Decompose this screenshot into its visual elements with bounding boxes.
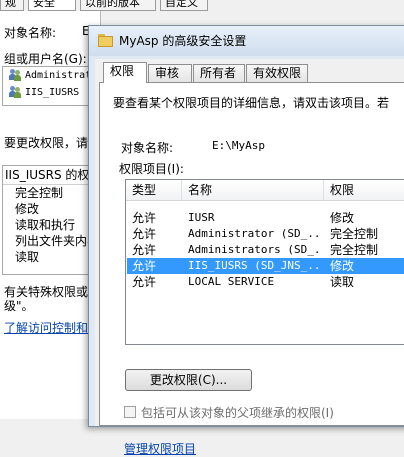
entry-name: Administrator (SD_...	[188, 227, 322, 240]
permission-item: 读取	[15, 250, 40, 264]
entry-permission: 修改	[330, 211, 355, 225]
entry-permission: 完全控制	[330, 227, 379, 241]
tab-previous-versions[interactable]: 以前的版本	[80, 0, 156, 11]
object-name-value: E:\MyAsp	[212, 139, 265, 152]
entry-permission: 修改	[330, 259, 355, 273]
permissions-box: IIS_IUSRS 的权限 完全控制 修改 读取和执行 列出文件夹内容 读取	[2, 165, 101, 275]
user-group-icon	[9, 86, 23, 98]
tab-general[interactable]: 规	[0, 0, 24, 11]
entry-name: LOCAL SERVICE	[188, 275, 275, 288]
column-type-header[interactable]: 类型	[126, 180, 182, 200]
entry-permission: 读取	[330, 275, 355, 289]
permission-item: 读取和执行	[15, 218, 76, 232]
change-permissions-button[interactable]: 更改权限(C)...	[125, 369, 252, 391]
permission-item: 列出文件夹内容	[15, 234, 100, 248]
list-item[interactable]: Administrat	[3, 67, 101, 84]
change-permissions-text: 要更改权限，请	[4, 136, 89, 150]
instructions-text: 要查看某个权限项目的详细信息，请双击该项目。若	[113, 96, 390, 110]
entry-permission: 完全控制	[330, 243, 379, 257]
entry-type: 允许	[132, 227, 157, 241]
table-row[interactable]: 允许 IUSR 修改	[127, 210, 404, 226]
column-name-header[interactable]: 名称	[182, 180, 324, 200]
title-bar[interactable]: MyAsp 的高级安全设置	[89, 26, 404, 56]
permission-entries-label: 权限项目(I):	[119, 162, 184, 176]
user-name: Administrat	[25, 70, 92, 81]
tab-permissions[interactable]: 权限	[103, 62, 147, 83]
table-row[interactable]: 允许 LOCAL SERVICE 读取	[127, 274, 404, 290]
list-item[interactable]: IIS_IUSRS	[3, 84, 101, 101]
inherit-checkbox[interactable]	[124, 406, 136, 418]
table-row[interactable]: 允许 Administrator (SD_... 完全控制	[127, 226, 404, 242]
column-permission-header[interactable]: 权限	[324, 180, 404, 200]
tab-customize[interactable]: 自定义	[160, 0, 208, 11]
groups-label: 组或用户名(G):	[4, 52, 87, 66]
permission-item: 修改	[15, 202, 40, 216]
entry-type: 允许	[132, 259, 157, 273]
tab-auditing[interactable]: 审核	[148, 64, 192, 82]
entry-name: Administrators (SD_...	[188, 243, 322, 256]
entry-name: IIS_IUSRS (SD_JNS_...	[188, 259, 322, 272]
permission-entries-list[interactable]: 类型 名称 权限 允许 IUSR 修改 允许 Administrator (SD…	[125, 179, 404, 345]
advanced-security-dialog: MyAsp 的高级安全设置 权限 审核 所有者 有效权限 要查看某个权限项目的详…	[88, 25, 404, 456]
entry-name: IUSR	[188, 211, 215, 224]
manage-permission-entries-link[interactable]: 管理权限项目	[124, 440, 196, 457]
learn-access-control-link[interactable]: 了解访问控制和权	[4, 319, 100, 336]
special-permissions-text-2: 级"。	[4, 299, 34, 313]
folder-icon	[98, 34, 113, 47]
tab-security[interactable]: 安全	[28, 0, 76, 11]
list-header: 类型 名称 权限	[126, 180, 404, 201]
table-row-selected[interactable]: 允许 IIS_IUSRS (SD_JNS_... 修改	[127, 258, 404, 274]
tab-effective-permissions[interactable]: 有效权限	[246, 64, 308, 82]
entry-type: 允许	[132, 243, 157, 257]
object-name-label: 对象名称:	[121, 141, 174, 155]
inherit-checkbox-label: 包括可从该对象的父项继承的权限(I)	[141, 406, 334, 420]
permission-item: 完全控制	[15, 186, 64, 200]
entry-type: 允许	[132, 211, 157, 225]
user-group-icon	[9, 69, 23, 81]
tab-owner[interactable]: 所有者	[193, 64, 245, 82]
object-name-label: 对象名称:	[4, 26, 57, 40]
permissions-box-title: IIS_IUSRS 的权限	[3, 166, 101, 185]
dialog-client: 权限 审核 所有者 有效权限 要查看某个权限项目的详细信息，请双击该项目。若 对…	[95, 59, 404, 456]
user-name: IIS_IUSRS	[25, 87, 80, 98]
user-list[interactable]: Administrat IIS_IUSRS	[2, 66, 101, 106]
table-row[interactable]: 允许 Administrators (SD_... 完全控制	[127, 242, 404, 258]
dialog-title: MyAsp 的高级安全设置	[119, 34, 247, 48]
entry-type: 允许	[132, 275, 157, 289]
